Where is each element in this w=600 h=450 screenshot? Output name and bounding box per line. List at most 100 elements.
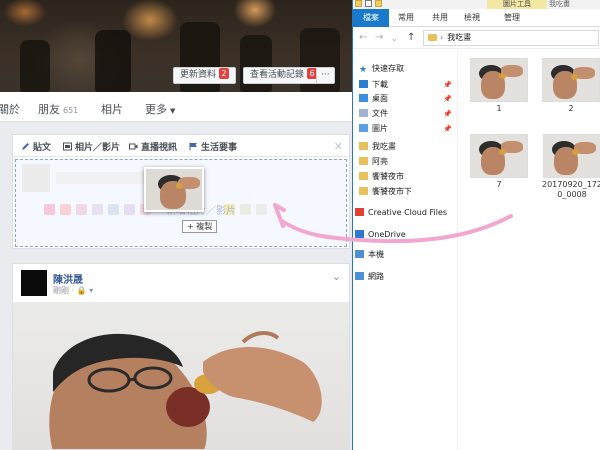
close-icon[interactable]: ✕	[334, 140, 343, 153]
desktop-screen: 更新資料 2 查看活動記錄 6 ··· 關於 朋友 651 相片 更多 ▼ 貼文 相片／…	[0, 0, 600, 450]
notification-badge: 2	[219, 68, 230, 79]
tab-photo-video[interactable]: 相片／影片	[63, 140, 120, 153]
folder-icon	[428, 34, 437, 41]
sidebar-item[interactable]: 圖片 📌	[359, 122, 458, 136]
sidebar-item[interactable]: 網路	[355, 270, 454, 284]
tab-status[interactable]: 貼文	[21, 140, 51, 153]
nav-friends-label: 朋友	[38, 103, 60, 116]
file-item[interactable]: 1	[469, 58, 529, 114]
address-bar-row: ← → ⌄ ↑ › 我吃畫	[353, 27, 600, 49]
cover-photo: 更新資料 2 查看活動記錄 6 ···	[0, 0, 352, 92]
sidebar-item-label: 文件	[372, 109, 388, 118]
tab-live-video[interactable]: 直播視訊	[129, 140, 177, 153]
placeholder-text-bar	[56, 172, 146, 184]
sidebar-item-label: 本機	[368, 250, 384, 259]
file-item[interactable]: 7	[469, 134, 529, 190]
pin-icon[interactable]: 📌	[443, 92, 452, 106]
sidebar-item-label: OneDrive	[368, 230, 406, 239]
photo-icon	[63, 142, 72, 151]
post-meta: 剛剛 · 🔒 ▾	[53, 286, 94, 295]
sidebar-item-label: 網路	[368, 272, 384, 281]
update-info-button[interactable]: 更新資料 2	[173, 67, 237, 84]
new-folder-icon[interactable]	[375, 0, 382, 7]
up-arrow-icon[interactable]: ↑	[407, 32, 415, 43]
avatar[interactable]	[21, 270, 47, 296]
sidebar-item[interactable]: 我吃畫	[359, 140, 458, 154]
pencil-icon	[21, 142, 30, 151]
color-swatch	[92, 204, 103, 215]
tab-live-video-label: 直播視訊	[141, 143, 178, 153]
nav-photos[interactable]: 相片	[101, 101, 123, 117]
tab-photo-video-label: 相片／影片	[75, 143, 121, 153]
sidebar-item[interactable]: ★ 快速存取	[359, 62, 458, 76]
file-explorer-window: 圖片工具 我吃畫 檔案 常用 共用 檢視 管理 ← → ⌄ ↑ › 我吃畫 ★ 快速…	[352, 0, 600, 450]
folder-icon	[359, 157, 368, 165]
color-swatch	[60, 204, 71, 215]
composer-tabs: 貼文 相片／影片 直播視訊 生活要事 ✕	[13, 135, 349, 157]
tab-status-label: 貼文	[33, 143, 52, 153]
tab-manage[interactable]: 管理	[499, 9, 525, 27]
sidebar-item[interactable]: 阿亮	[359, 155, 458, 169]
sidebar-item[interactable]: 饗饕夜市下	[359, 185, 458, 199]
image-thumbnail	[470, 58, 528, 102]
forward-arrow-icon[interactable]: →	[375, 32, 383, 43]
folder-icon	[359, 172, 368, 180]
back-arrow-icon[interactable]: ←	[359, 32, 367, 43]
tab-life-event-label: 生活要事	[201, 143, 238, 153]
download-icon	[359, 80, 368, 88]
breadcrumb-separator-icon: ›	[440, 33, 444, 42]
sidebar-item-label: 饗饕夜市	[372, 172, 404, 181]
folder-icon	[359, 142, 368, 150]
address-path: 我吃畫	[447, 33, 472, 42]
file-item[interactable]: 2	[541, 58, 600, 114]
sidebar-item-label: 我吃畫	[372, 142, 396, 151]
sidebar-item-label: 桌面	[372, 94, 388, 103]
tab-home[interactable]: 常用	[393, 9, 419, 27]
nav-more[interactable]: 更多 ▼	[145, 101, 175, 117]
tab-view[interactable]: 檢視	[459, 9, 485, 27]
color-swatch	[240, 204, 251, 215]
more-options-button[interactable]: ···	[316, 67, 335, 84]
sidebar-item[interactable]: 本機	[355, 248, 454, 262]
post-author-name[interactable]: 陳洪晟	[53, 271, 83, 286]
address-bar[interactable]: › 我吃畫	[423, 30, 599, 46]
image-thumbnail	[542, 58, 600, 102]
recent-chevron-icon[interactable]: ⌄	[391, 34, 398, 43]
tab-file[interactable]: 檔案	[353, 9, 389, 27]
color-swatch	[124, 204, 135, 215]
color-swatch	[108, 204, 119, 215]
color-swatch	[44, 204, 55, 215]
tab-life-event[interactable]: 生活要事	[189, 140, 237, 153]
nav-friends[interactable]: 朋友 651	[38, 101, 78, 117]
tab-share[interactable]: 共用	[427, 9, 453, 27]
post-photo[interactable]	[13, 302, 349, 449]
sidebar-item-label: 阿亮	[372, 157, 388, 166]
sidebar-item-label: 下載	[372, 80, 388, 89]
activity-log-button[interactable]: 查看活動記錄 6	[243, 67, 325, 84]
pin-icon[interactable]: 📌	[443, 107, 452, 121]
sidebar-item[interactable]: 文件 📌	[359, 107, 458, 121]
post-options-icon[interactable]: ⌄	[332, 270, 341, 283]
sidebar-item[interactable]: 饗饕夜市	[359, 170, 458, 184]
friends-count: 651	[63, 106, 79, 115]
sidebar-item[interactable]: OneDrive	[355, 228, 454, 242]
folder-icon[interactable]	[355, 0, 362, 7]
file-item[interactable]: 20170920_1720_0008	[541, 134, 600, 200]
sidebar-item[interactable]: 桌面 📌	[359, 92, 458, 106]
computer-icon	[355, 250, 364, 258]
sidebar-item[interactable]: Creative Cloud Files	[355, 206, 454, 220]
pin-icon[interactable]: 📌	[443, 122, 452, 136]
sidebar-item[interactable]: 下載 📌	[359, 78, 458, 92]
profile-nav-bar: 關於 朋友 651 相片 更多 ▼	[0, 92, 352, 122]
sidebar-item-label: 圖片	[372, 124, 388, 133]
navigation-pane: ★ 快速存取下載 📌 桌面 📌 文件 📌 圖片 📌 我吃畫阿亮饗饕夜市饗饕夜市下 Creative …	[353, 52, 458, 450]
copy-tooltip: + 複製	[182, 220, 218, 233]
sidebar-item-label: Creative Cloud Files	[368, 208, 448, 217]
file-name: 7	[496, 180, 502, 189]
ribbon-tabs: 檔案 常用 共用 檢視 管理	[353, 9, 600, 27]
sidebar-item-label: 快速存取	[372, 64, 404, 73]
pin-icon[interactable]: 📌	[443, 78, 452, 92]
facebook-window: 更新資料 2 查看活動記錄 6 ··· 關於 朋友 651 相片 更多 ▼ 貼文 相片／…	[0, 0, 352, 450]
properties-icon[interactable]	[365, 0, 372, 7]
nav-about[interactable]: 關於	[0, 101, 20, 117]
